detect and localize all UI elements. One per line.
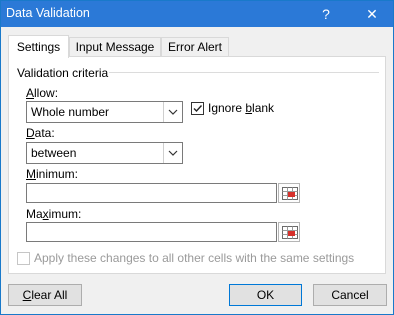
tab-settings[interactable]: Settings (8, 35, 69, 58)
maximum-range-selector-button[interactable] (278, 222, 300, 242)
group-divider (109, 72, 379, 73)
ignore-blank-checkbox[interactable] (191, 102, 204, 115)
checkmark-icon (193, 105, 203, 113)
cancel-button[interactable]: Cancel (313, 284, 387, 306)
data-value: between (31, 146, 77, 160)
chevron-down-icon[interactable] (163, 143, 182, 163)
title-bar: Data Validation ? ✕ (1, 1, 393, 27)
allow-combobox[interactable]: Whole number (26, 101, 183, 123)
tab-input-message[interactable]: Input Message (69, 37, 161, 57)
minimum-input[interactable] (26, 183, 277, 203)
group-label-validation-criteria: Validation criteria (17, 66, 109, 80)
apply-to-all-label: Apply these changes to all other cells w… (34, 251, 355, 265)
data-validation-dialog: Data Validation ? ✕ Settings Input Messa… (0, 0, 394, 315)
tab-error-alert[interactable]: Error Alert (161, 37, 229, 57)
ignore-blank-label: Ignore blank (208, 101, 275, 115)
maximum-label: Maximum: (26, 207, 82, 221)
allow-value: Whole number (31, 105, 110, 119)
maximum-input[interactable] (26, 222, 277, 242)
dialog-title: Data Validation (6, 6, 90, 20)
data-combobox[interactable]: between (26, 142, 183, 164)
clear-all-button[interactable]: Clear All (8, 284, 82, 306)
tab-strip: Settings Input Message Error Alert (1, 27, 393, 58)
close-button[interactable]: ✕ (357, 1, 387, 27)
minimum-range-selector-button[interactable] (278, 183, 300, 203)
range-selector-icon (282, 226, 298, 239)
allow-label: Allow: (26, 86, 59, 100)
data-label: Data: (26, 126, 55, 140)
chevron-down-icon[interactable] (163, 102, 182, 122)
range-selector-icon (282, 187, 298, 200)
ok-button[interactable]: OK (229, 284, 302, 306)
help-button[interactable]: ? (313, 1, 339, 27)
minimum-label: Minimum: (26, 167, 79, 181)
apply-to-all-checkbox[interactable] (17, 252, 30, 265)
